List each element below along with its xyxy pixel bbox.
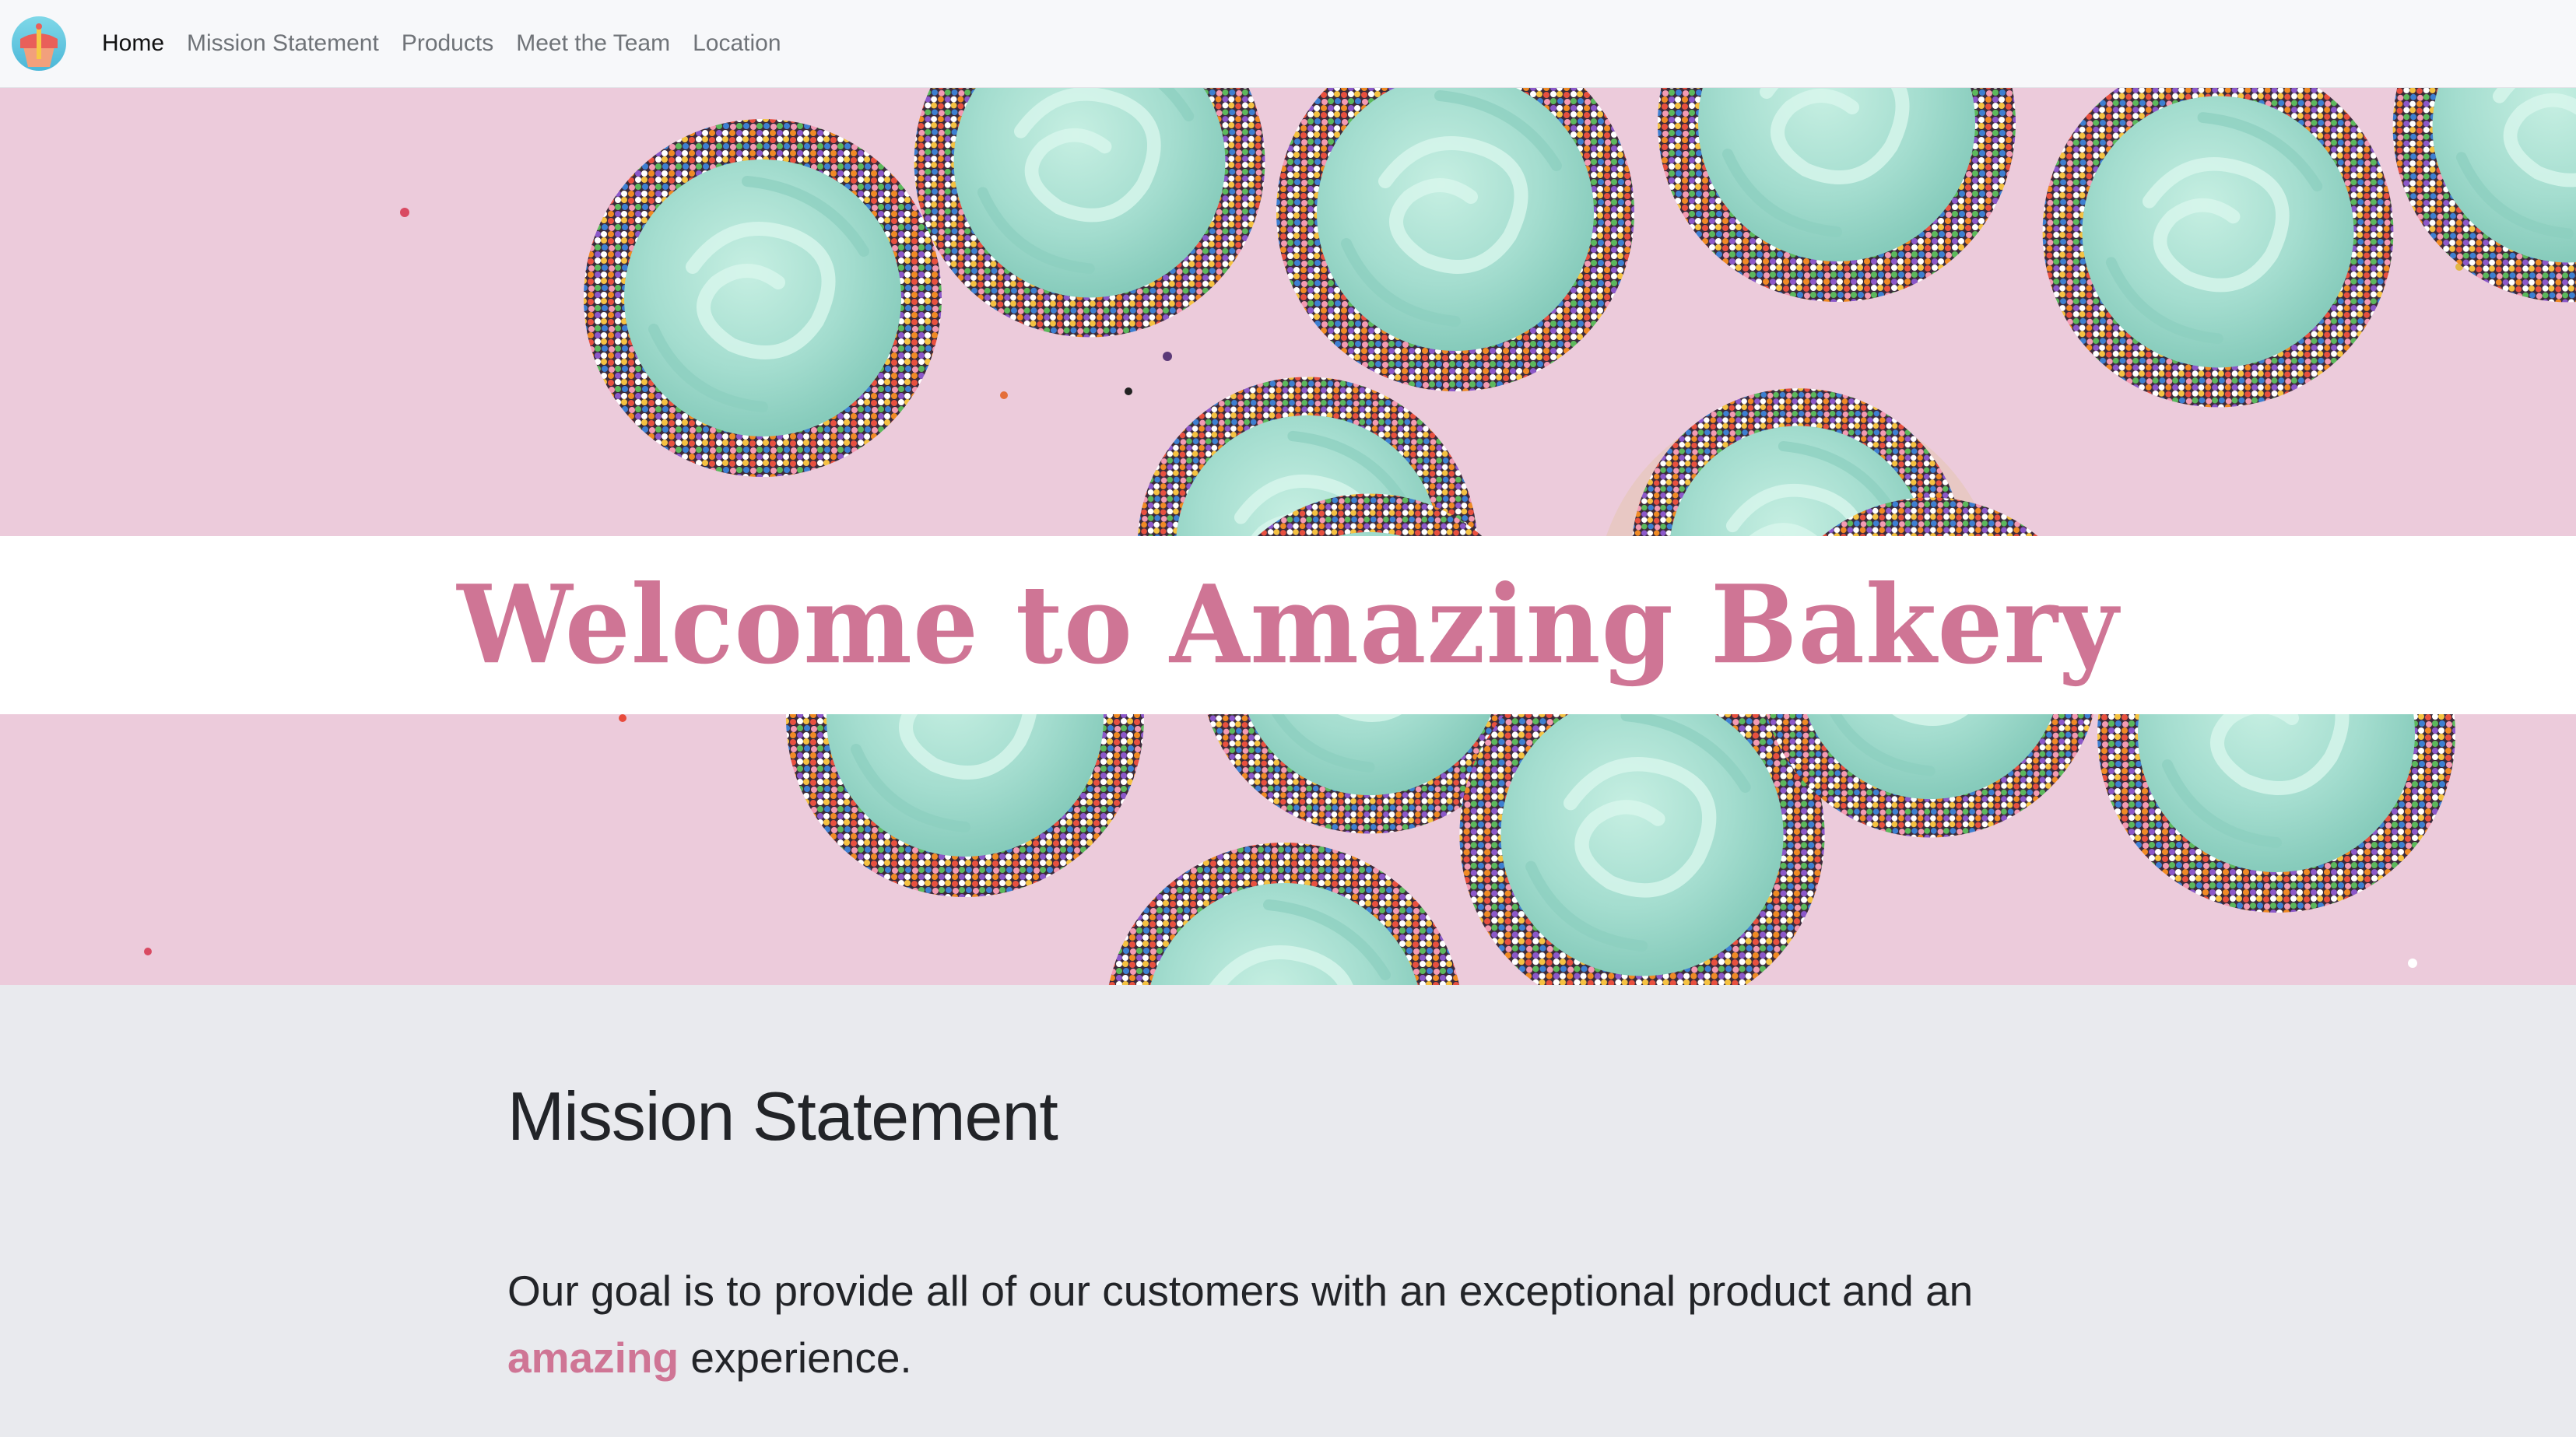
nav-location[interactable]: Location	[693, 30, 781, 57]
mission-text: Our goal is to provide all of our custom…	[507, 1257, 2048, 1391]
cupcake-logo-icon[interactable]	[11, 16, 67, 72]
mission-heading: Mission Statement	[507, 1078, 1058, 1155]
top-navbar: Home Mission Statement Products Meet the…	[0, 0, 2576, 88]
hero-title: Welcome to Amazing Bakery	[457, 562, 2119, 689]
nav-meet-the-team[interactable]: Meet the Team	[516, 30, 670, 57]
nav-mission-statement[interactable]: Mission Statement	[187, 30, 379, 57]
nav-home[interactable]: Home	[102, 30, 164, 57]
mission-text-before: Our goal is to provide all of our custom…	[507, 1267, 1974, 1315]
nav-links: Home Mission Statement Products Meet the…	[102, 0, 781, 87]
mission-text-after: experience.	[690, 1334, 912, 1382]
hero-banner: Welcome to Amazing Bakery	[0, 536, 2576, 714]
nav-products[interactable]: Products	[402, 30, 493, 57]
hero-section: Welcome to Amazing Bakery	[0, 88, 2576, 985]
mission-highlight: amazing	[507, 1334, 679, 1382]
